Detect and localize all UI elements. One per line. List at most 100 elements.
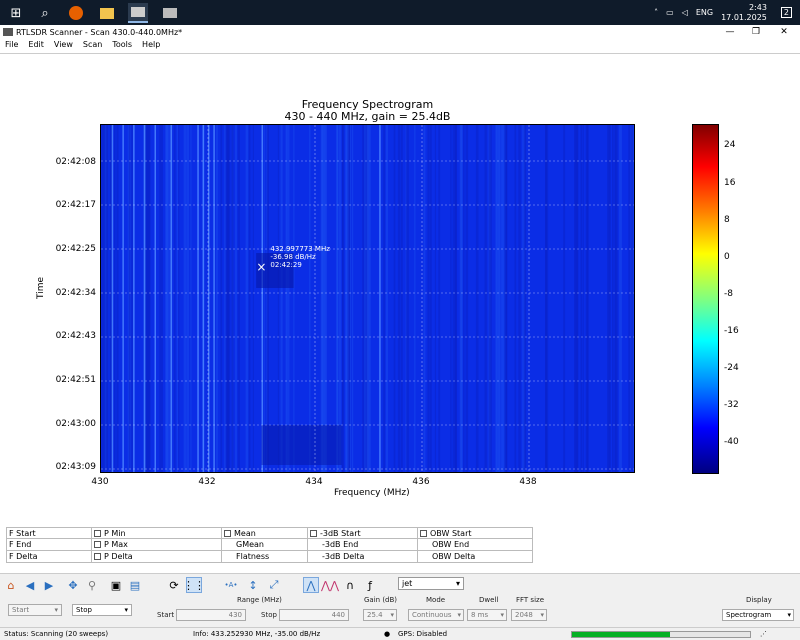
auto-scale-icon[interactable]: ⤢ (266, 577, 282, 593)
spectral-texture (186, 125, 190, 472)
colorbar-tick: -16 (724, 326, 739, 336)
checkbox[interactable] (310, 530, 317, 537)
spectral-texture (383, 125, 385, 472)
meas-p-min-row[interactable]: P Min (92, 527, 222, 539)
zoom-icon[interactable]: ⚲ (84, 577, 100, 593)
back-icon[interactable]: ◀ (22, 577, 38, 593)
spectral-texture (423, 125, 426, 472)
home-icon[interactable]: ⌂ (3, 577, 19, 593)
language-indicator[interactable]: ENG (696, 8, 713, 17)
file-explorer-icon[interactable] (97, 3, 117, 23)
clock-time: 2:43 (748, 2, 767, 12)
display-value: Spectrogram (726, 611, 772, 619)
spectral-texture (252, 125, 254, 472)
meas-p-delta: P Delta (104, 552, 133, 561)
fft-select[interactable]: 2048 ▾ (511, 609, 547, 621)
checkbox[interactable] (94, 553, 101, 560)
forward-icon[interactable]: ▶ (41, 577, 57, 593)
peaks-icon[interactable]: ⋀⋀ (321, 577, 339, 593)
x-tick-label: 436 (412, 477, 430, 487)
meas-mean-row[interactable]: Mean (222, 527, 308, 539)
menu-view[interactable]: View (49, 39, 78, 51)
colorbar-tick: 8 (724, 215, 730, 225)
stop-mode-select[interactable]: Stop ▾ (72, 604, 132, 616)
spectral-texture (347, 125, 351, 472)
printer-app-icon[interactable] (160, 3, 180, 23)
stop-freq-input[interactable]: 440 (279, 609, 349, 621)
meas-f-start: F Start (6, 527, 92, 539)
spectrogram-axes[interactable]: × 432.997773 MHz -36.98 dB/Hz 02:42:29 (100, 124, 635, 473)
spectral-texture (452, 125, 454, 472)
meas-p-delta-row[interactable]: P Delta (92, 551, 222, 563)
colorbar-tick: 24 (724, 140, 736, 150)
notification-icon[interactable]: 2 (780, 7, 792, 18)
checkbox[interactable] (420, 530, 427, 537)
signal-burst (261, 425, 342, 465)
refresh-icon[interactable]: ⟳ (166, 577, 182, 593)
colormap-select[interactable]: jet ▾ (398, 577, 464, 590)
mode-select[interactable]: Continuous ▾ (408, 609, 464, 621)
chevron-up-icon[interactable]: ˄ (654, 8, 658, 17)
chevron-down-icon: ▾ (457, 611, 461, 619)
menu-help[interactable]: Help (137, 39, 165, 51)
pan-icon[interactable]: ✥ (65, 577, 81, 593)
save-icon[interactable]: ▤ (127, 577, 143, 593)
configure-subplots-icon[interactable]: ▣ (108, 577, 124, 593)
smooth-icon[interactable]: ∩ (342, 577, 358, 593)
x-axis-label: Frequency (MHz) (334, 488, 410, 498)
auto-level-icon[interactable]: •A• (223, 577, 239, 593)
spectral-texture (608, 125, 611, 472)
start-freq-input[interactable]: 430 (176, 609, 246, 621)
restore-icon[interactable]: ❐ (744, 25, 768, 39)
menu-edit[interactable]: Edit (23, 39, 49, 51)
gain-select[interactable]: 25.4 ▾ (363, 609, 397, 621)
close-icon[interactable]: ✕ (772, 25, 796, 39)
spectral-texture (342, 125, 345, 472)
taskbar: ⊞ ⌕ ˄ ▭ ◁ ENG 2:43 17.01.2025 2 (0, 0, 800, 25)
checkbox[interactable] (224, 530, 231, 537)
spectral-texture (490, 125, 492, 472)
windows-start-icon[interactable]: ⊞ (6, 3, 26, 23)
spectral-texture (113, 125, 116, 472)
y-tick-label: 02:43:09 (55, 462, 96, 472)
checkbox[interactable] (94, 541, 101, 548)
spectral-texture (429, 125, 432, 472)
spectral-texture (102, 125, 106, 472)
clock-date: 17.01.2025 (721, 12, 767, 22)
peak-icon[interactable]: ⋀ (303, 577, 319, 593)
y-axis-label: Time (36, 276, 46, 299)
meas-3db-end: -3dB End (308, 539, 418, 551)
auto-range-icon[interactable]: ↕ (245, 577, 261, 593)
rtlsdr-scanner-icon[interactable] (128, 3, 148, 23)
spectral-texture (465, 125, 469, 472)
spectral-texture (460, 125, 463, 472)
spectral-texture (190, 125, 192, 472)
meas-3db-row[interactable]: -3dB Start (308, 527, 418, 539)
colorbar-tick: -32 (724, 400, 739, 410)
spectral-texture (245, 125, 249, 472)
y-tick-label: 02:42:17 (55, 200, 96, 210)
meas-obw-row[interactable]: OBW Start (418, 527, 533, 539)
meas-p-max-row[interactable]: P Max (92, 539, 222, 551)
menu-tools[interactable]: Tools (107, 39, 137, 51)
function-icon[interactable]: ƒ (362, 577, 378, 593)
volume-icon[interactable]: ◁ (682, 8, 688, 17)
clock[interactable]: 2:43 17.01.2025 (721, 3, 767, 23)
spectral-texture (523, 125, 527, 472)
search-icon[interactable]: ⌕ (35, 3, 55, 23)
spectral-texture (619, 125, 622, 472)
checkbox[interactable] (94, 530, 101, 537)
menu-scan[interactable]: Scan (78, 39, 107, 51)
network-icon[interactable]: ▭ (666, 8, 674, 17)
grid-icon[interactable]: ⋮⋮ (183, 577, 205, 593)
status-bar: Status: Scanning (20 sweeps) Info: 433.2… (0, 627, 800, 640)
display-select[interactable]: Spectrogram ▾ (722, 609, 794, 621)
start-mode-select[interactable]: Start ▾ (8, 604, 62, 616)
spectral-texture (286, 125, 290, 472)
minimize-icon[interactable]: — (718, 25, 742, 39)
firefox-icon[interactable] (66, 3, 86, 23)
dwell-select[interactable]: 8 ms ▾ (467, 609, 507, 621)
peak-annotation-label: 432.997773 MHz (270, 245, 330, 253)
meas-f-end: F End (6, 539, 92, 551)
menu-file[interactable]: File (0, 39, 23, 51)
